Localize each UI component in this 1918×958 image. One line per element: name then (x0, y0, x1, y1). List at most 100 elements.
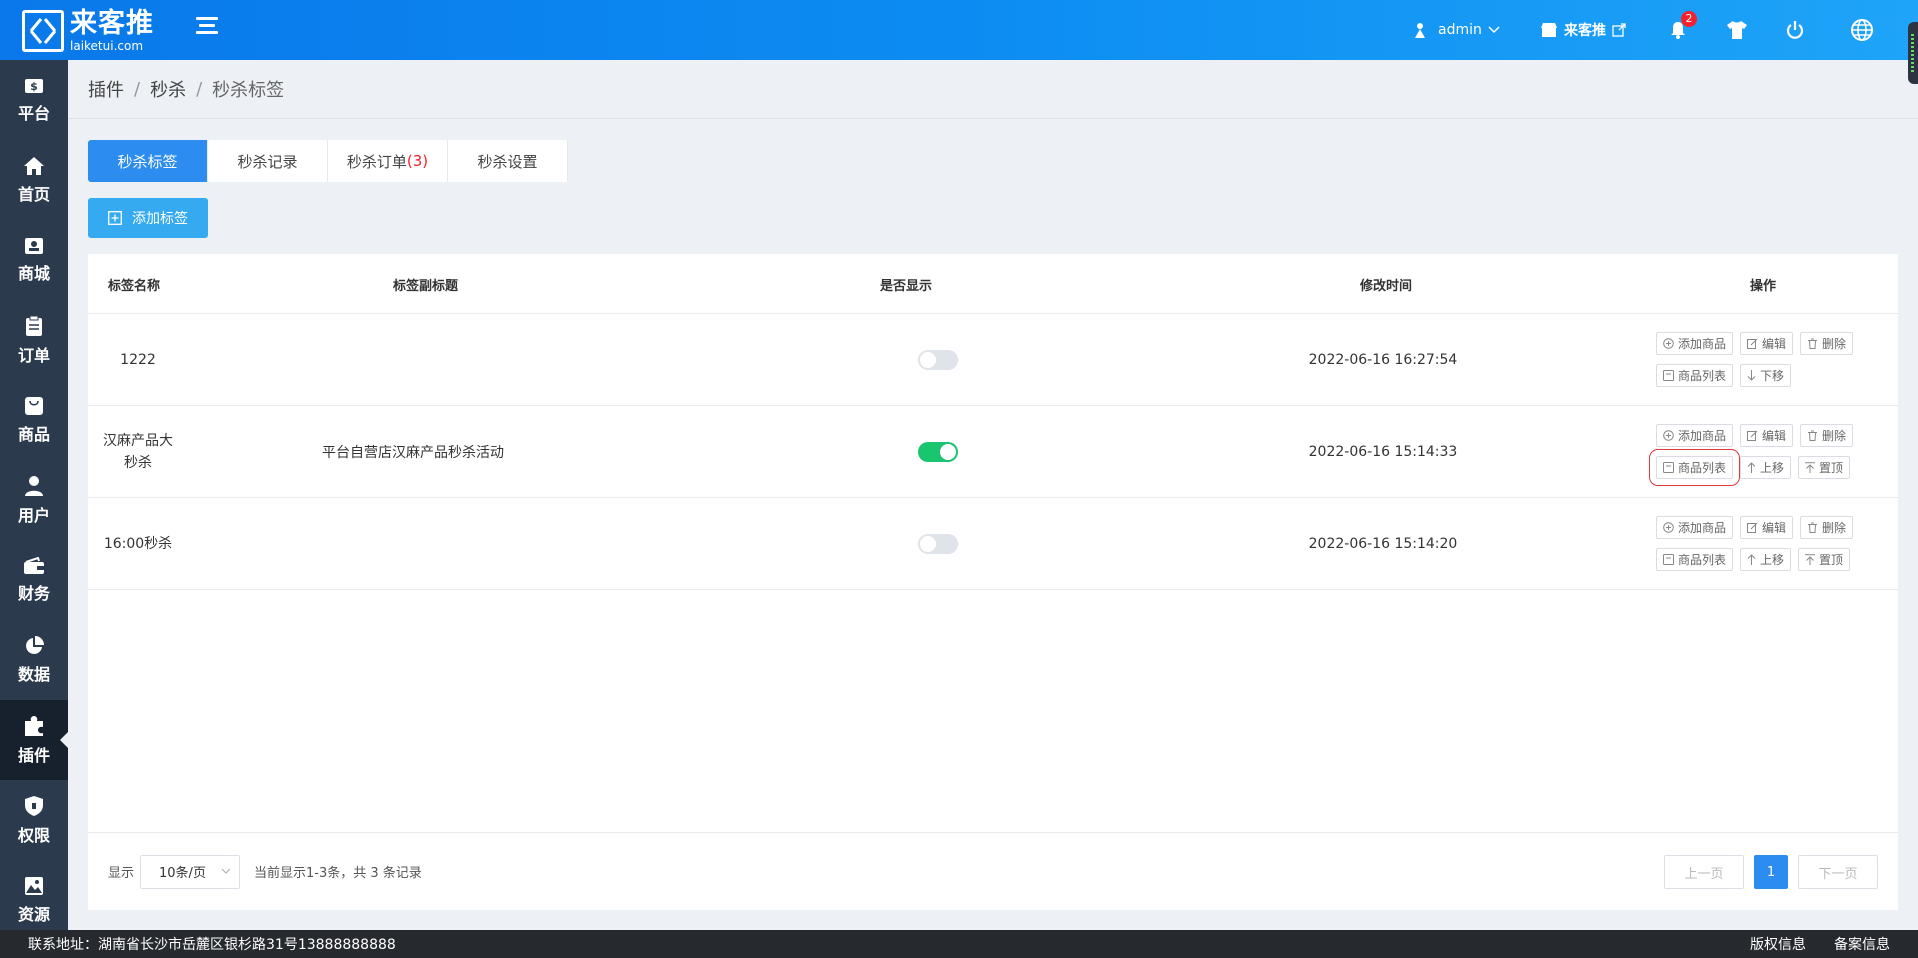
table-row: 16:00秒杀 2022-06-16 15:14:20 添加商品 编辑 删除 商… (88, 498, 1898, 590)
tab-seckill-orders[interactable]: 秒杀订单 (3) (328, 140, 448, 182)
sidebar-item-products[interactable]: 商品 (0, 380, 68, 460)
column-header: 修改时间 (1360, 278, 1413, 294)
trash-icon (1808, 430, 1818, 441)
logo-mark-icon (22, 10, 64, 52)
breadcrumb-item[interactable]: 插件 (88, 76, 124, 102)
button-label: 上移 (1760, 553, 1785, 567)
edit-button[interactable]: 编辑 (1740, 424, 1794, 447)
record-summary: 当前显示1-3条，共 3 条记录 (254, 866, 422, 881)
prev-page-button[interactable]: 上一页 (1664, 855, 1744, 889)
sidebar-item-platform[interactable]: $ 平台 (0, 60, 68, 140)
sidebar-item-resources[interactable]: 资源 (0, 860, 68, 940)
arrow-up-icon (1747, 554, 1756, 565)
page-number-button[interactable]: 1 (1754, 855, 1788, 889)
copyright-link[interactable]: 版权信息 (1750, 934, 1806, 954)
button-label: 编辑 (1762, 521, 1787, 535)
breadcrumb: 插件 / 秒杀 / 秒杀标签 (68, 60, 1918, 119)
product-list-button[interactable]: 商品列表 (1648, 449, 1741, 486)
button-label: 上移 (1760, 461, 1785, 475)
move-up-button[interactable]: 上移 (1740, 456, 1792, 479)
sidebar-item-users[interactable]: 用户 (0, 460, 68, 540)
sidebar-item-label: 平台 (17, 103, 50, 123)
button-label: 置顶 (1819, 461, 1844, 475)
logout-button[interactable] (1785, 0, 1805, 60)
bag-icon (25, 396, 43, 415)
sidebar-item-data[interactable]: 数据 (0, 620, 68, 700)
contact-address: 联系地址：湖南省长沙市岳麓区银杉路31号13888888888 (28, 937, 396, 953)
product-list-button[interactable]: 商品列表 (1656, 548, 1734, 571)
user-icon (25, 475, 43, 496)
visibility-cell (888, 406, 988, 498)
globe-icon (1851, 19, 1873, 41)
edit-button[interactable]: 编辑 (1740, 516, 1794, 539)
svg-text:$: $ (30, 80, 38, 93)
tab-seckill-labels[interactable]: 秒杀标签 (88, 140, 208, 182)
menu-toggle-icon[interactable] (196, 17, 218, 39)
arrow-down-icon (1747, 370, 1756, 381)
visibility-cell (888, 314, 988, 406)
top-header: 来客推 laiketui.com admin 来客推 2 (0, 0, 1918, 84)
label-name: 1222 (120, 352, 156, 368)
notification-badge: 2 (1681, 11, 1697, 27)
pagination: 显示 10条/页 当前显示1-3条，共 3 条记录 上一页 1 下一页 (88, 832, 1898, 910)
visibility-switch[interactable] (918, 534, 958, 554)
edit-icon (1747, 430, 1758, 441)
external-link-icon (1612, 23, 1626, 37)
move-up-button[interactable]: 上移 (1740, 548, 1792, 571)
breadcrumb-item[interactable]: 秒杀 (150, 76, 186, 102)
user-name: admin (1438, 22, 1482, 38)
add-label-button[interactable]: 添加标签 (88, 198, 208, 238)
sidebar-item-mall[interactable]: 商城 (0, 220, 68, 300)
delete-button[interactable]: 删除 (1800, 424, 1854, 447)
column-header: 是否显示 (880, 278, 933, 294)
add-product-button[interactable]: 添加商品 (1656, 516, 1734, 539)
edit-button[interactable]: 编辑 (1740, 332, 1794, 355)
pin-top-icon (1805, 554, 1816, 565)
plus-square-icon (108, 211, 122, 225)
record-link[interactable]: 备案信息 (1834, 934, 1890, 954)
modified-time: 2022-06-16 15:14:33 (1308, 444, 1458, 460)
modified-time: 2022-06-16 15:14:20 (1308, 536, 1458, 552)
notifications-button[interactable]: 2 (1668, 0, 1697, 60)
sidebar-item-finance[interactable]: 财务 (0, 540, 68, 620)
add-product-button[interactable]: 添加商品 (1656, 424, 1734, 447)
tab-seckill-records[interactable]: 秒杀记录 (208, 140, 328, 182)
visibility-switch[interactable] (918, 442, 958, 462)
add-product-button[interactable]: 添加商品 (1656, 332, 1734, 355)
pin-top-button[interactable]: 置顶 (1798, 456, 1851, 479)
wallet-icon (24, 556, 44, 574)
sidebar-item-label: 插件 (17, 745, 50, 765)
column-header: 标签副标题 (393, 278, 459, 294)
sidebar-item-permissions[interactable]: 权限 (0, 780, 68, 860)
list-box-icon (1663, 554, 1674, 565)
pin-top-button[interactable]: 置顶 (1798, 548, 1851, 571)
logo[interactable]: 来客推 laiketui.com (22, 8, 182, 54)
sidebar-item-label: 订单 (17, 345, 50, 365)
visibility-cell (888, 498, 988, 590)
row-actions: 添加商品 编辑 删除 商品列表 上移 置顶 (1648, 406, 1876, 498)
visibility-switch[interactable] (918, 350, 958, 370)
breadcrumb-separator: / (134, 78, 141, 100)
language-button[interactable] (1850, 0, 1874, 60)
next-page-button[interactable]: 下一页 (1798, 855, 1878, 889)
modified-time: 2022-06-16 16:27:54 (1308, 352, 1458, 368)
plus-circle-icon (1663, 430, 1674, 441)
delete-button[interactable]: 删除 (1800, 516, 1854, 539)
pin-top-icon (1805, 462, 1816, 473)
sidebar-item-orders[interactable]: 订单 (0, 300, 68, 380)
page-size-select[interactable]: 10条/页 (140, 854, 241, 889)
sidebar-item-home[interactable]: 首页 (0, 140, 68, 220)
button-label: 商品列表 (1678, 369, 1727, 383)
theme-button[interactable] (1726, 0, 1748, 60)
delete-button[interactable]: 删除 (1800, 332, 1854, 355)
user-menu[interactable]: admin (1410, 0, 1500, 60)
tab-seckill-settings[interactable]: 秒杀设置 (448, 140, 568, 182)
puzzle-icon (25, 715, 43, 736)
product-list-button[interactable]: 商品列表 (1656, 364, 1734, 387)
label-name: 汉麻产品大秒杀 (103, 433, 173, 471)
shop-link[interactable]: 来客推 (1540, 0, 1626, 60)
sidebar-item-plugins[interactable]: 插件 (0, 700, 68, 780)
move-down-button[interactable]: 下移 (1740, 364, 1792, 387)
shirt-icon (1727, 21, 1747, 39)
image-icon (25, 876, 43, 895)
